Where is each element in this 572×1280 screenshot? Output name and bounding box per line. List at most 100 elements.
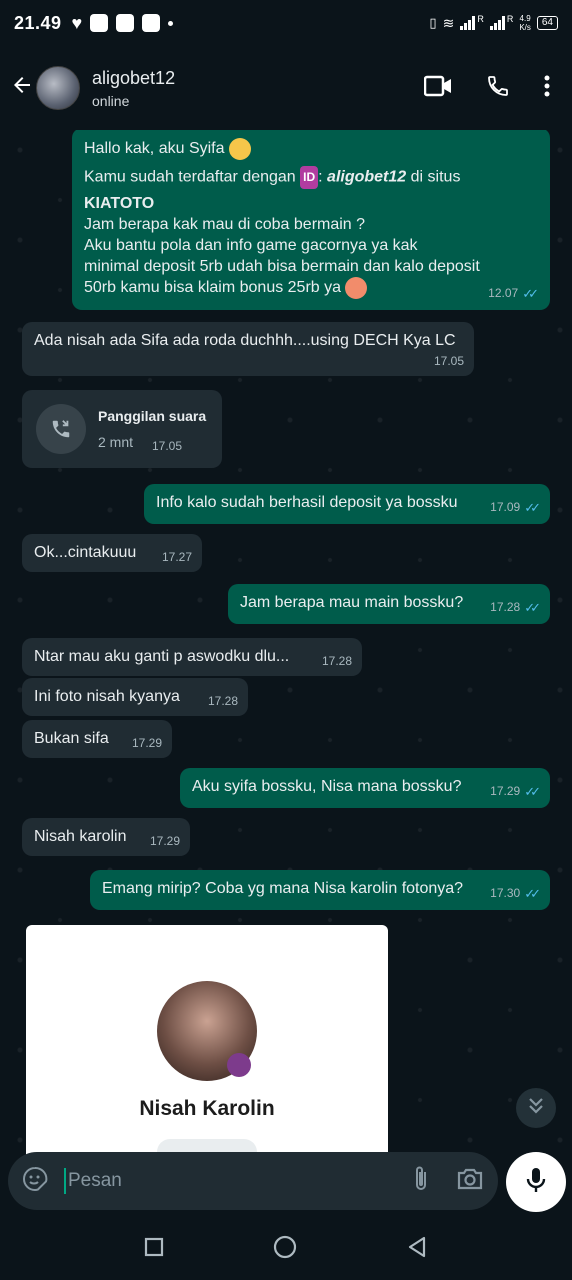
read-ticks-icon: ✓✓ [522,286,539,301]
smiling-face-emoji-icon [228,138,251,160]
scroll-down-button[interactable] [516,1088,556,1128]
message-text: Hallo kak, aku Syifa [84,140,225,158]
id-badge-icon: ID [300,166,319,189]
message-incoming[interactable]: Ntar mau aku ganti p aswodku dlu... 17.2… [22,638,362,676]
status-time: 21.49 [14,12,62,33]
profile-badge-icon [227,1053,251,1077]
video-call-icon[interactable] [423,75,452,102]
message-text: di situs [410,168,461,186]
message-time: 17.09 [490,500,521,514]
message-text: Emang mirip? Coba yg mana Nisa karolin f… [102,880,464,897]
profile-photo [157,981,257,1081]
signal-label-1: R [477,14,484,24]
contact-info[interactable]: aligobet12 online [92,68,175,109]
chat-header: aligobet12 online [0,46,572,130]
home-icon[interactable] [273,1235,297,1264]
message-time: 17.29 [131,736,162,750]
message-text: Kamu sudah terdaftar dengan [84,168,296,186]
contact-status: online [92,92,130,109]
network-speed-unit: K/s [519,23,531,32]
sticker-icon[interactable] [22,1166,48,1197]
heart-notification-icon: ♥ [71,12,83,33]
message-time: 17.28 [490,600,521,614]
app-notification-icon-2 [142,14,161,32]
message-site-name: KIATOTO [84,195,155,212]
message-incoming[interactable]: Ada nisah ada Sifa ada roda duchhh....us… [22,322,474,376]
message-text: Nisah karolin [34,828,127,845]
message-outgoing[interactable]: Hallo kak, aku Syifa Kamu sudah terdafta… [72,130,550,310]
status-bar: 21.49 ♥ ▯ ≋ R R 4.9 K/s 64 [0,0,572,46]
call-duration: 2 mnt [98,434,134,450]
more-notifications-dot-icon [168,20,174,26]
signal-label-2: R [506,14,514,24]
signal-icon-2 [489,16,505,30]
read-ticks-icon: ✓✓ [524,784,541,799]
battery-icon: 64 [536,16,558,30]
message-time: 17.29 [490,784,521,798]
signal-icon-1 [460,16,476,30]
wifi-icon: ≋ [442,14,455,31]
message-text: Jam berapa mau main bossku? [240,594,464,611]
system-navigation-bar [0,1218,572,1280]
message-text: minimal deposit 5rb udah bisa bermain da… [84,258,480,275]
phone-icon[interactable] [486,74,510,103]
message-text: Ok...cintakuuu [34,544,137,561]
network-speed: 4.9 K/s [519,14,531,32]
message-time: 17.30 [490,886,521,900]
arrow-left-icon[interactable] [10,73,34,104]
system-status-icons: ▯ ≋ R R 4.9 K/s 64 [429,14,558,32]
profile-name: Nisah Karolin [139,1097,275,1120]
message-text: Ntar mau aku ganti p aswodku dlu... [34,648,290,665]
message-text: Info kalo sudah berhasil deposit ya boss… [156,494,458,511]
message-text: Aku syifa bossku, Nisa mana bossku? [192,778,462,795]
call-title: Panggilan suara [98,408,207,424]
message-incoming[interactable]: Nisah karolin 17.29 [22,818,190,856]
chevron-double-down-icon [527,1096,545,1121]
message-text: 50rb kamu bisa klaim bonus 25rb ya [84,279,342,297]
message-incoming[interactable]: Ini foto nisah kyanya 17.28 [22,678,248,716]
microphone-icon [525,1166,547,1199]
missed-call-icon [36,404,86,454]
message-time: 17.27 [161,550,192,564]
message-text: Jam berapa kak mau di coba bermain ? [84,216,366,233]
camera-icon[interactable] [456,1167,484,1196]
voice-call-message[interactable]: Panggilan suara 2 mnt 17.05 [22,390,222,468]
message-incoming[interactable]: Bukan sifa 17.29 [22,720,172,758]
smiling-face-hearts-emoji-icon [345,277,368,299]
message-time: 17.05 [433,354,464,368]
message-outgoing[interactable]: Jam berapa mau main bossku? 17.28 ✓✓ [228,584,550,624]
paperclip-icon[interactable] [412,1165,430,1198]
nav-back-icon[interactable] [406,1236,428,1263]
message-composer: Pesan [8,1152,498,1210]
message-time: 17.28 [321,654,352,668]
profile-screenshot-message[interactable]: Nisah Karolin [26,925,388,1160]
message-input[interactable]: Pesan [64,1168,412,1194]
contact-avatar[interactable] [36,66,80,110]
message-outgoing[interactable]: Aku syifa bossku, Nisa mana bossku? 17.2… [180,768,550,808]
vibrate-icon: ▯ [429,15,437,30]
app-notification-icon [116,14,135,32]
message-username: aligobet12 [327,168,407,186]
read-ticks-icon: ✓✓ [524,600,541,615]
read-ticks-icon: ✓✓ [524,500,541,515]
message-text: Aku bantu pola dan info game gacornya ya… [84,237,418,254]
notification-icons: ♥ [72,13,174,34]
message-outgoing[interactable]: Info kalo sudah berhasil deposit ya boss… [144,484,550,524]
microphone-button[interactable] [506,1152,566,1212]
recent-apps-icon[interactable] [144,1237,164,1262]
app-s-notification-icon [90,14,109,32]
message-time: 12.07 [488,286,519,300]
more-vertical-icon[interactable] [544,75,550,102]
message-incoming[interactable]: Ok...cintakuuu 17.27 [22,534,202,572]
contact-name: aligobet12 [92,67,176,88]
message-text: Ada nisah ada Sifa ada roda duchhh....us… [34,332,456,349]
message-time: 17.28 [207,694,238,708]
chat-area[interactable]: Hallo kak, aku Syifa Kamu sudah terdafta… [0,130,572,1160]
network-speed-value: 4.9 [519,14,531,23]
message-outgoing[interactable]: Emang mirip? Coba yg mana Nisa karolin f… [90,870,550,910]
message-text: Bukan sifa [34,730,109,747]
read-ticks-icon: ✓✓ [524,886,541,901]
message-time: 17.05 [152,439,183,453]
message-time: 17.29 [149,834,180,848]
message-text: Ini foto nisah kyanya [34,688,180,705]
